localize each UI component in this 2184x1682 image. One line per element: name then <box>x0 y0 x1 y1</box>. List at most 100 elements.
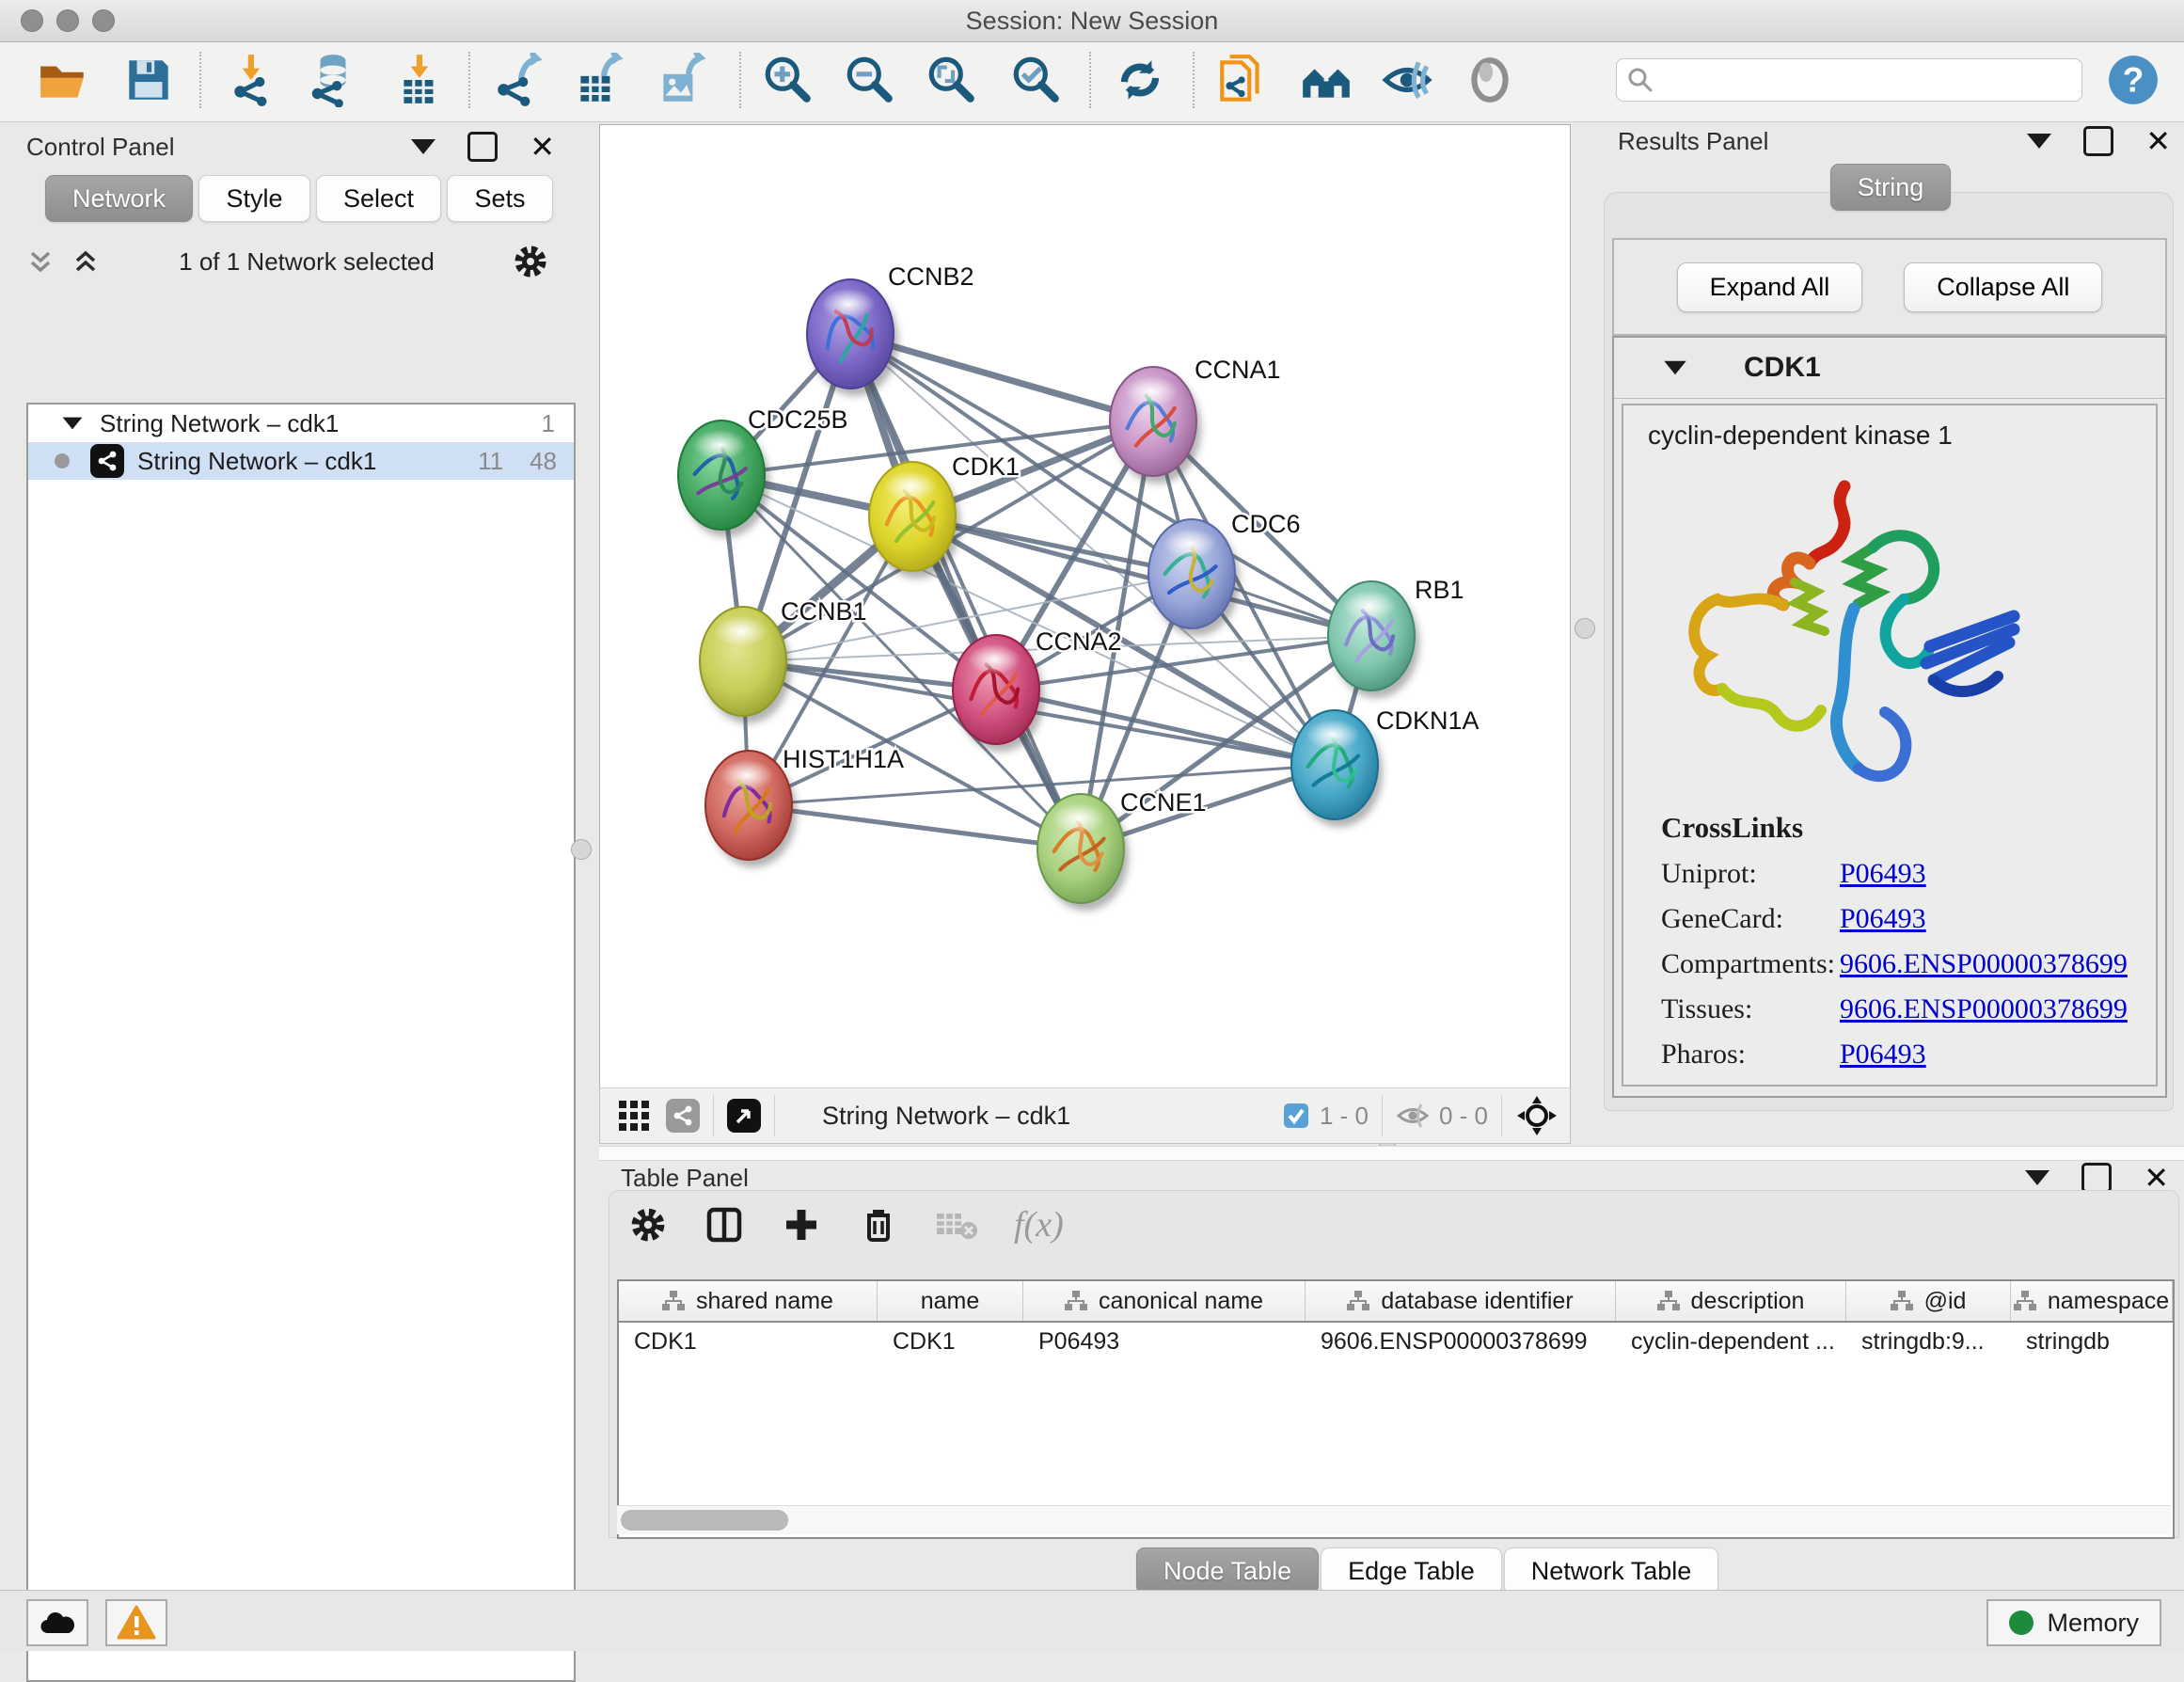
network-node[interactable] <box>953 635 1044 752</box>
delete-column-icon[interactable] <box>858 1204 899 1246</box>
export-image-button[interactable] <box>651 50 711 110</box>
float-panel-icon[interactable] <box>2081 1163 2112 1193</box>
network-collection-row[interactable]: String Network – cdk1 1 <box>28 405 574 442</box>
toolbar-separator <box>1193 52 1195 108</box>
export-network-button[interactable] <box>489 50 549 110</box>
pharos-link[interactable]: P06493 <box>1840 1039 1926 1071</box>
tab-network[interactable]: Network <box>45 175 193 222</box>
column-header-name[interactable]: name <box>878 1281 1023 1321</box>
gene-collapse-icon[interactable] <box>1664 361 1685 374</box>
string-document-button[interactable] <box>1211 50 1272 110</box>
close-panel-icon[interactable]: ✕ <box>2144 1166 2169 1190</box>
table-row[interactable]: CDK1 CDK1 P06493 9606.ENSP00000378699 cy… <box>619 1323 2173 1360</box>
save-session-button[interactable] <box>119 50 179 110</box>
network-edge[interactable] <box>749 805 1081 849</box>
horizontal-scrollbar[interactable] <box>617 1505 2171 1534</box>
tab-node-table[interactable]: Node Table <box>1136 1547 1319 1595</box>
show-columns-icon[interactable] <box>704 1204 745 1246</box>
help-button[interactable]: ? <box>2103 50 2163 110</box>
close-panel-icon[interactable]: ✕ <box>530 135 555 159</box>
import-network-database-button[interactable] <box>303 50 363 110</box>
network-node[interactable] <box>869 462 960 579</box>
search-field[interactable] <box>1616 58 2082 102</box>
eye-button[interactable] <box>1460 50 1520 110</box>
import-table-button[interactable] <box>389 50 450 110</box>
network-graph[interactable]: CCNB2CCNA1CDC25BCDK1CDC6RB1CCNB1CCNA2CDK… <box>600 125 1570 1087</box>
column-header-description[interactable]: description <box>1616 1281 1846 1321</box>
float-panel-icon[interactable] <box>2083 126 2113 156</box>
add-column-icon[interactable] <box>781 1204 822 1246</box>
gene-symbol: CDK1 <box>1744 352 1821 384</box>
zoom-selected-button[interactable] <box>1006 50 1067 110</box>
float-menu-icon[interactable] <box>2027 134 2051 149</box>
fit-selection-crosshair-icon[interactable] <box>1515 1094 1559 1137</box>
show-graphics-details-button[interactable] <box>1377 50 1437 110</box>
column-header-namespace[interactable]: namespace <box>2011 1281 2173 1321</box>
refresh-icon <box>1113 53 1167 107</box>
network-canvas[interactable]: CCNB2CCNA1CDC25BCDK1CDC6RB1CCNB1CCNA2CDK… <box>599 124 1571 1088</box>
gear-icon[interactable] <box>628 1205 668 1245</box>
export-table-button[interactable] <box>568 50 628 110</box>
expand-all-button[interactable]: Expand All <box>1677 262 1863 312</box>
network-node[interactable] <box>1328 581 1419 698</box>
import-network-file-button[interactable] <box>224 50 284 110</box>
export-table-icon <box>571 53 625 107</box>
birdseye-view-icon[interactable] <box>727 1099 761 1133</box>
tab-style[interactable]: Style <box>198 175 309 222</box>
uniprot-link[interactable]: P06493 <box>1840 858 1926 890</box>
delete-table-icon <box>935 1206 978 1244</box>
search-input[interactable] <box>1654 66 2081 95</box>
close-panel-icon[interactable]: ✕ <box>2145 129 2171 153</box>
open-session-button[interactable] <box>34 50 94 110</box>
zoom-in-button[interactable] <box>758 50 818 110</box>
network-node[interactable] <box>1148 519 1240 636</box>
warnings-button[interactable] <box>105 1599 167 1646</box>
network-status-dot <box>55 453 70 468</box>
network-node[interactable] <box>1110 367 1201 484</box>
home-style-button[interactable] <box>1296 50 1356 110</box>
tab-edge-table[interactable]: Edge Table <box>1321 1547 1502 1595</box>
tab-string[interactable]: String <box>1830 164 1952 211</box>
crosslink-row: Tissues: 9606.ENSP00000378699 <box>1661 993 2156 1025</box>
import-table-icon <box>392 53 447 107</box>
memory-button[interactable]: Memory <box>1986 1599 2161 1646</box>
collection-expand-icon[interactable] <box>63 418 83 430</box>
column-header-shared-name[interactable]: shared name <box>619 1281 878 1321</box>
float-menu-icon[interactable] <box>411 139 435 154</box>
selected-checkbox-icon[interactable] <box>1282 1102 1310 1130</box>
collapse-all-button[interactable]: Collapse All <box>1904 262 2102 312</box>
refresh-button[interactable] <box>1110 50 1170 110</box>
tissues-link[interactable]: 9606.ENSP00000378699 <box>1840 993 2128 1025</box>
column-header-id[interactable]: @id <box>1846 1281 2011 1321</box>
collapse-all-icon[interactable] <box>24 246 56 278</box>
scrollbar-thumb[interactable] <box>621 1510 788 1531</box>
column-header-database-identifier[interactable]: database identifier <box>1306 1281 1616 1321</box>
tab-sets[interactable]: Sets <box>447 175 552 222</box>
network-row[interactable]: String Network – cdk1 11 48 <box>28 442 574 480</box>
genecard-link[interactable]: P06493 <box>1840 903 1926 935</box>
cloud-button[interactable] <box>26 1599 88 1646</box>
network-edge[interactable] <box>912 516 1371 636</box>
zoom-fit-button[interactable] <box>922 50 982 110</box>
expand-all-icon[interactable] <box>70 246 102 278</box>
network-node[interactable] <box>1037 794 1129 911</box>
eye-icon <box>1463 53 1517 107</box>
tab-select[interactable]: Select <box>316 175 441 222</box>
network-node[interactable] <box>807 279 898 396</box>
right-splitter-handle[interactable] <box>1575 618 1595 639</box>
gear-icon[interactable] <box>512 243 549 280</box>
string-results-card: Expand All Collapse All CDK1 cyclin-depe… <box>1605 193 2173 1110</box>
left-splitter-handle[interactable] <box>571 839 592 860</box>
float-menu-icon[interactable] <box>2025 1170 2049 1185</box>
toolbar-separator <box>199 52 201 108</box>
compartments-link[interactable]: 9606.ENSP00000378699 <box>1840 948 2128 980</box>
collection-count: 1 <box>542 409 555 438</box>
zoom-out-button[interactable] <box>840 50 900 110</box>
float-panel-icon[interactable] <box>467 132 498 162</box>
column-header-canonical-name[interactable]: canonical name <box>1023 1281 1306 1321</box>
network-node[interactable] <box>1291 710 1383 827</box>
grid-view-icon[interactable] <box>615 1097 653 1135</box>
tab-network-table[interactable]: Network Table <box>1504 1547 1719 1595</box>
network-node[interactable] <box>700 607 791 723</box>
string-view-icon[interactable] <box>666 1099 700 1133</box>
